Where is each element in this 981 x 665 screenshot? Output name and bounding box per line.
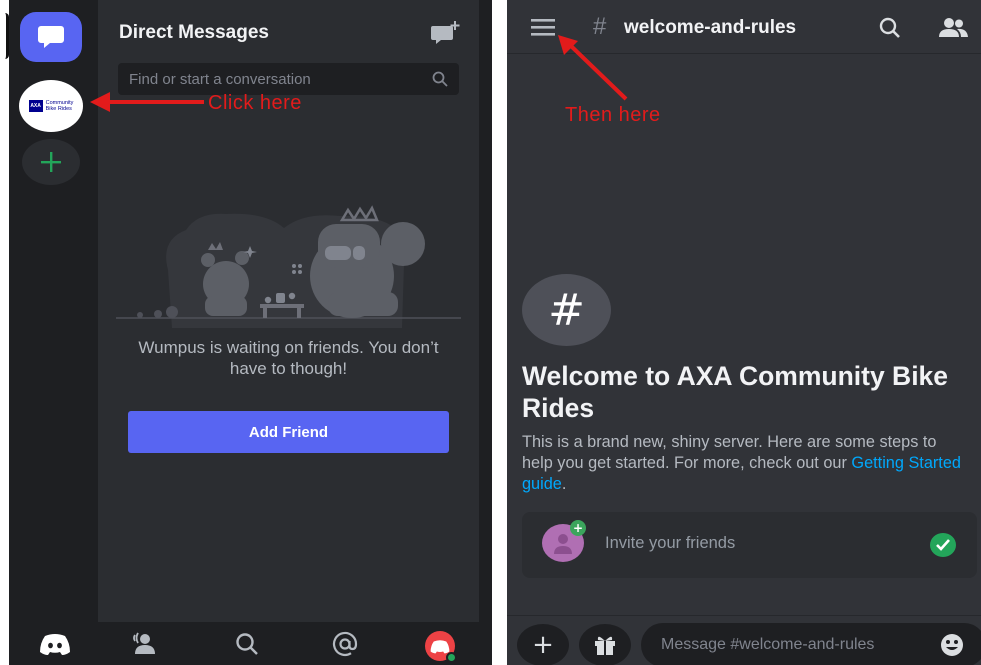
online-status-dot: [446, 652, 457, 663]
search-icon[interactable]: [878, 16, 902, 40]
annotation-then-here: Then here: [565, 104, 661, 126]
dm-title: Direct Messages: [119, 22, 269, 43]
empty-state-text: Wumpus is waiting on friends. You don’t …: [138, 338, 439, 378]
composer-divider: [507, 615, 981, 616]
invite-friends-card[interactable]: + Invite your friends: [522, 512, 977, 578]
mention-icon[interactable]: [331, 631, 359, 657]
right-screenshot: # welcome-and-rules Then here # Welcome …: [507, 0, 981, 665]
welcome-hash-icon: #: [522, 274, 611, 346]
discord-logo-icon[interactable]: [39, 631, 71, 657]
annotation-arrow-left: [90, 92, 204, 112]
message-input[interactable]: Message #welcome-and-rules: [641, 623, 981, 665]
search-icon[interactable]: [233, 631, 261, 657]
check-icon: [930, 533, 956, 557]
annotation-arrow-menu: [558, 35, 628, 101]
wumpus-illustration: [116, 205, 461, 328]
chat-bubble-icon: [38, 26, 64, 48]
invite-friends-label: Invite your friends: [605, 534, 736, 552]
server-logo-text: Community Bike Rides: [46, 100, 74, 112]
axa-logo: AXA: [28, 100, 43, 112]
server-logo-line2: Bike Rides: [45, 106, 72, 112]
annotation-click-here: Click here: [208, 92, 302, 114]
left-screenshot: AXA Community Bike Rides Direct Messages…: [0, 0, 492, 665]
add-server-button[interactable]: [22, 139, 80, 185]
plus-icon: [41, 152, 61, 172]
channel-name: welcome-and-rules: [624, 17, 797, 38]
dm-search-placeholder: Find or start a conversation: [129, 70, 311, 88]
left-edge: [0, 0, 9, 665]
gift-icon: [595, 636, 615, 655]
message-input-placeholder: Message #welcome-and-rules: [661, 636, 875, 653]
add-friend-button[interactable]: Add Friend: [128, 411, 449, 453]
avatar[interactable]: [425, 631, 457, 663]
welcome-description: This is a brand new, shiny server. Here …: [522, 432, 962, 495]
hamburger-menu-icon[interactable]: [530, 16, 556, 38]
welcome-title: Welcome to AXA Community Bike Rides: [522, 361, 949, 423]
members-icon[interactable]: [937, 16, 969, 40]
invite-plus-badge: +: [570, 520, 586, 536]
new-message-icon[interactable]: [431, 20, 461, 46]
bottom-navigation: [9, 622, 492, 665]
gift-button[interactable]: [579, 624, 631, 665]
server-rail: AXA Community Bike Rides: [9, 0, 98, 622]
attach-plus-button[interactable]: +: [517, 624, 569, 665]
server-icon-axa-community-bike-rides[interactable]: AXA Community Bike Rides: [19, 80, 83, 132]
emoji-icon[interactable]: [940, 633, 964, 657]
edge-notch: [0, 13, 9, 59]
discord-avatar-icon: [430, 639, 450, 653]
welcome-description-suffix: .: [561, 475, 567, 493]
friends-wave-icon[interactable]: [133, 631, 161, 657]
direct-messages-button[interactable]: [20, 12, 82, 62]
right-edge-strip: [479, 0, 492, 622]
search-icon: [432, 71, 448, 87]
